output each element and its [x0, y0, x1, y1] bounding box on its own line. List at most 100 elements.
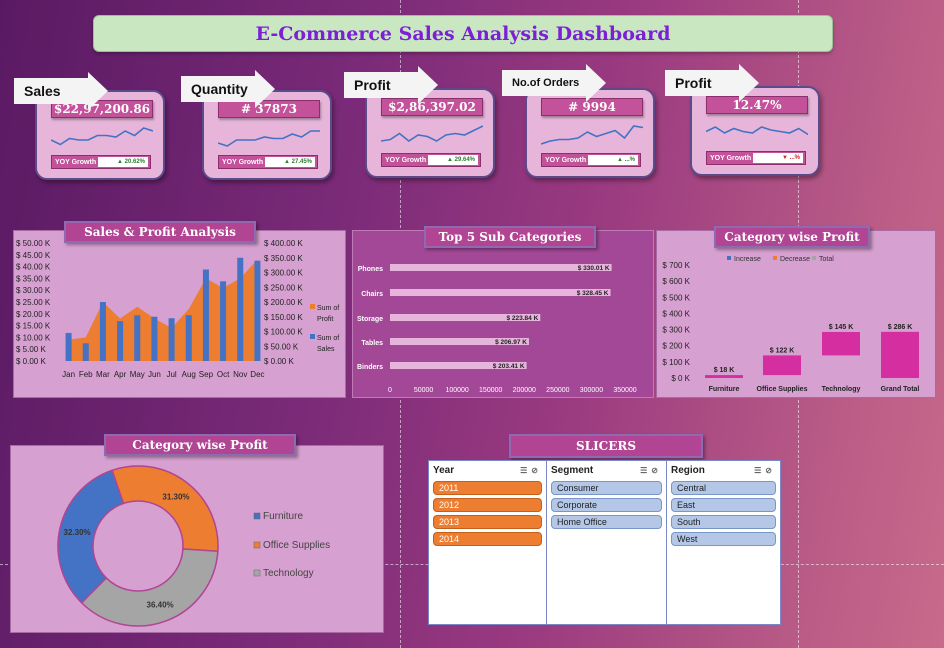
- legend-item: Furniture: [263, 511, 303, 522]
- category-label: Binders: [357, 364, 383, 371]
- slice-label: 32.30%: [64, 528, 91, 537]
- sales-bar: [117, 321, 124, 361]
- slicer-item-segment[interactable]: Consumer: [551, 481, 662, 495]
- x-tick-label: Jan: [62, 370, 75, 379]
- legend-item: Decrease: [780, 256, 810, 263]
- sales-bar: [151, 316, 158, 361]
- y-tick-label: $ 600 K: [662, 277, 690, 286]
- slicer-item-region[interactable]: West: [671, 532, 776, 546]
- legend-item: Technology: [263, 568, 314, 579]
- y-tick-right: $ 100.00 K: [264, 328, 303, 337]
- y-tick-left: $ 40.00 K: [16, 263, 51, 272]
- clear-filter-icon[interactable]: ⊘: [651, 466, 662, 475]
- y-tick-label: $ 500 K: [662, 293, 690, 302]
- x-tick-label: Sep: [199, 370, 214, 379]
- legend-swatch: [773, 256, 777, 260]
- legend-swatch: [253, 569, 261, 577]
- sparkline-path: [706, 126, 808, 136]
- profit-area: [68, 259, 258, 361]
- x-tick-label: Nov: [233, 370, 247, 379]
- y-tick-left: $ 30.00 K: [16, 286, 51, 295]
- kpi-yoy-value: 29.64%: [454, 157, 475, 163]
- sales-profit-title: Sales & Profit Analysis: [64, 221, 256, 243]
- kpi-label: No.of Orders: [502, 64, 606, 102]
- x-tick-label: May: [130, 370, 145, 379]
- x-tick-label: 300000: [580, 387, 603, 394]
- sales-bar: [185, 315, 192, 361]
- y-tick-left: $ 50.00 K: [16, 239, 51, 248]
- data-label: $ 286 K: [888, 324, 913, 331]
- x-tick-label: 50000: [414, 387, 434, 394]
- x-tick-label: Apr: [114, 370, 127, 379]
- sales-profit-panel: $ 50.00 K $ 45.00 K $ 40.00 K $ 35.00 K $ 30…: [13, 230, 346, 398]
- slicer-item-segment[interactable]: Home Office: [551, 515, 662, 529]
- multi-select-icon[interactable]: ☰: [754, 466, 765, 475]
- multi-select-icon[interactable]: ☰: [520, 466, 531, 475]
- y-tick-right: $ 250.00 K: [264, 283, 303, 292]
- clear-filter-icon[interactable]: ⊘: [531, 466, 542, 475]
- slicer-item-year[interactable]: 2011: [433, 481, 542, 495]
- y-tick-right: $ 400.00 K: [264, 239, 303, 248]
- clear-filter-icon[interactable]: ⊘: [765, 466, 776, 475]
- y-tick-label: $ 200 K: [662, 342, 690, 351]
- kpi-yoy-growth: YOY Growth ▼ ...%: [706, 151, 806, 165]
- category-waterfall-title: Category wise Profit: [714, 226, 870, 248]
- y-tick-right: $ 350.00 K: [264, 254, 303, 263]
- slicer-item-region[interactable]: East: [671, 498, 776, 512]
- kpi-yoy-growth: YOY Growth ▲ ...%: [541, 153, 641, 167]
- y-tick-right: $ 150.00 K: [264, 313, 303, 322]
- x-tick-label: Office Supplies: [757, 386, 808, 393]
- waterfall-bar: [822, 331, 860, 356]
- legend-swatch: [310, 304, 315, 309]
- kpi-yoy-label: YOY Growth: [55, 158, 97, 166]
- slicer-item-segment[interactable]: Corporate: [551, 498, 662, 512]
- kpi-yoy-value: ...%: [789, 155, 800, 161]
- y-tick-left: $ 15.00 K: [16, 322, 51, 331]
- kpi-yoy-value: ...%: [624, 157, 635, 163]
- slicer-item-year[interactable]: 2014: [433, 532, 542, 546]
- multi-select-icon[interactable]: ☰: [640, 466, 651, 475]
- kpi-yoy-growth: YOY Growth ▲ 29.64%: [381, 153, 481, 167]
- y-tick-right: $ 0.00 K: [264, 357, 294, 366]
- dashboard-title: E-Commerce Sales Analysis Dashboard: [255, 22, 671, 45]
- slicer-item-year[interactable]: 2013: [433, 515, 542, 529]
- y-tick-right: $ 50.00 K: [264, 342, 299, 351]
- sales-bar: [237, 257, 244, 361]
- sales-bar: [220, 281, 227, 361]
- arrow-up-icon: ▲: [117, 159, 123, 165]
- kpi-sparkline: [51, 127, 153, 146]
- slicer-item-year[interactable]: 2012: [433, 498, 542, 512]
- y-tick-left: $ 25.00 K: [16, 298, 51, 307]
- y-tick-left: $ 5.00 K: [16, 345, 46, 354]
- data-label: $ 18 K: [714, 367, 735, 374]
- sales-bar: [99, 302, 106, 361]
- segment-slicer-label: Segment: [551, 464, 594, 476]
- y-tick-label: $ 400 K: [662, 309, 690, 318]
- sales-profit-chart: $ 50.00 K $ 45.00 K $ 40.00 K $ 35.00 K $ 30…: [16, 239, 339, 379]
- y-tick-left: $ 0.00 K: [16, 357, 46, 366]
- top5-title: Top 5 Sub Categories: [424, 226, 596, 248]
- legend-item: Office Supplies: [263, 540, 330, 551]
- data-label: $ 145 K: [829, 324, 854, 331]
- kpi-yoy-label: YOY Growth: [222, 158, 264, 166]
- data-label: $ 330.01 K: [578, 265, 610, 272]
- legend-profit: Sum of: [317, 305, 339, 312]
- arrow-up-icon: ▲: [284, 159, 290, 165]
- category-label: Storage: [357, 316, 383, 323]
- slicer-item-region[interactable]: South: [671, 515, 776, 529]
- y-tick-label: $ 700 K: [662, 261, 690, 270]
- y-tick-left: $ 35.00 K: [16, 274, 51, 283]
- kpi-label: Quantity: [181, 70, 275, 108]
- dashboard-title-bar: E-Commerce Sales Analysis Dashboard: [93, 15, 833, 52]
- x-tick-label: Grand Total: [881, 386, 920, 393]
- top5-panel: Phones $ 330.01 K Chairs $ 328.45 K Storage $…: [352, 230, 654, 398]
- x-tick-label: 150000: [479, 387, 502, 394]
- slicer-item-region[interactable]: Central: [671, 481, 776, 495]
- legend-swatch: [253, 541, 261, 549]
- category-label: Chairs: [361, 291, 383, 298]
- sales-bar: [254, 260, 261, 361]
- kpi-sparkline: [381, 125, 483, 142]
- donut-slice: [80, 548, 219, 627]
- kpi-yoy-value: 27.45%: [291, 159, 312, 165]
- top5-chart: Phones $ 330.01 K Chairs $ 328.45 K Storage $…: [357, 264, 637, 394]
